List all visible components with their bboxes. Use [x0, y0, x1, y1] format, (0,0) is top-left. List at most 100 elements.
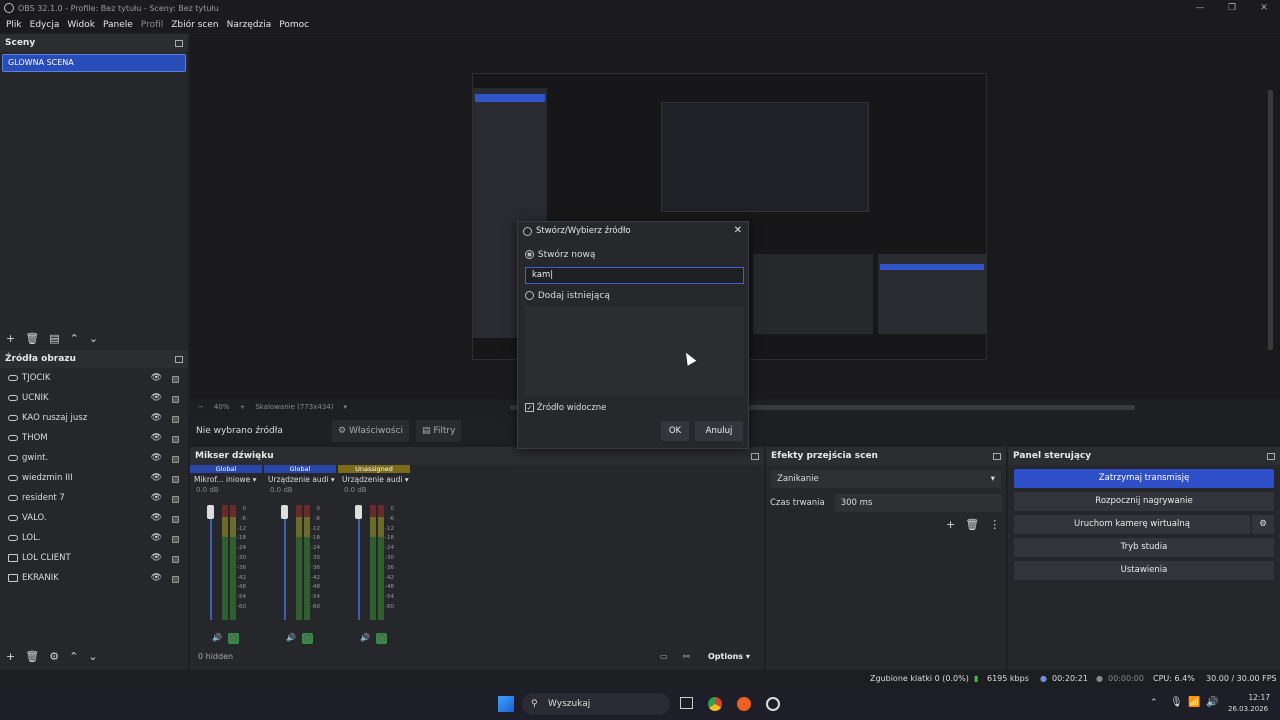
device-select[interactable]: Urządzenie audi ▾ [338, 473, 410, 486]
volume-slider-handle[interactable] [281, 505, 288, 519]
radio-create-new[interactable] [525, 250, 534, 259]
eye-icon[interactable]: 👁 [151, 493, 162, 503]
headphones-icon[interactable]: 🎧 [301, 633, 313, 644]
tray-chevron-icon[interactable]: ⌃ [1150, 698, 1158, 708]
source-item[interactable]: EKRANIK 👁 [0, 568, 188, 588]
more-icon[interactable]: ⋮ [989, 518, 1000, 531]
visible-checkbox-row[interactable]: ✓ Źródło widoczne [525, 403, 606, 413]
source-item[interactable]: resident 7 👁 [0, 488, 188, 508]
filter-icon[interactable]: ▤ [49, 332, 59, 345]
chrome-icon[interactable] [708, 697, 722, 711]
add-icon[interactable]: + [946, 518, 955, 531]
volume-slider-handle[interactable] [207, 505, 214, 519]
cancel-button[interactable]: Anuluj [695, 421, 743, 441]
eye-icon[interactable]: 👁 [151, 433, 162, 443]
eye-icon[interactable]: 👁 [151, 533, 162, 543]
down-arrow-icon[interactable]: ⌄ [88, 650, 97, 663]
source-item[interactable]: THOM 👁 [0, 428, 188, 448]
speaker-icon[interactable]: 🔊 [360, 633, 370, 644]
trash-icon[interactable]: 🗑 [25, 332, 39, 345]
volume-slider-handle[interactable] [355, 505, 362, 519]
taskbar-search[interactable]: ⚲ Wyszukaj [522, 693, 670, 715]
source-item[interactable]: gwint. 👁 [0, 448, 188, 468]
headphones-icon[interactable]: 🎧 [227, 633, 239, 644]
stop-streaming-button[interactable]: Zatrzymaj transmisję [1014, 469, 1274, 488]
transition-select[interactable]: Zanikanie ▾ [771, 470, 1001, 488]
speaker-icon[interactable]: 🔊 [286, 633, 296, 644]
eye-icon[interactable]: 👁 [151, 413, 162, 423]
volume-slider[interactable] [210, 510, 212, 620]
undock-icon[interactable] [175, 39, 183, 47]
add-icon[interactable]: + [6, 332, 15, 345]
add-existing-option[interactable]: Dodaj istniejącą [525, 291, 610, 301]
source-item[interactable]: LOL. 👁 [0, 528, 188, 548]
options-button[interactable]: Options ▾ [708, 652, 750, 661]
lock-icon[interactable] [172, 576, 179, 583]
existing-sources-list[interactable] [525, 306, 744, 396]
scene-item[interactable]: GLOWNA SCENA [2, 54, 186, 72]
duration-input[interactable]: 300 ms [834, 494, 1002, 512]
lock-icon[interactable] [172, 496, 179, 503]
create-new-option[interactable]: Stwórz nową [525, 250, 595, 260]
menu-profile[interactable]: Profil [141, 20, 163, 30]
eye-icon[interactable]: 👁 [151, 393, 162, 403]
firefox-icon[interactable] [737, 697, 751, 711]
eye-icon[interactable]: 👁 [151, 553, 162, 563]
eye-icon[interactable]: 👁 [151, 453, 162, 463]
link-icon[interactable]: ⚯ [683, 652, 690, 661]
studio-mode-button[interactable]: Tryb studia [1014, 538, 1274, 557]
microphone-icon[interactable]: 🎙 [1170, 697, 1183, 708]
wifi-icon[interactable]: 📶 [1188, 697, 1200, 708]
source-item[interactable]: VALO. 👁 [0, 508, 188, 528]
source-item[interactable]: TJOCIK 👁 [0, 368, 188, 388]
source-item[interactable]: LOL CLIENT 👁 [0, 548, 188, 568]
close-icon[interactable]: ✕ [734, 225, 742, 236]
undock-icon[interactable] [993, 452, 1001, 460]
volume-slider[interactable] [358, 510, 360, 620]
device-select[interactable]: Mikrof... iniowe ▾ [190, 473, 262, 486]
menu-tools[interactable]: Narzędzia [227, 20, 272, 30]
gear-icon[interactable]: ⚙ [49, 650, 59, 663]
undock-icon[interactable] [1267, 452, 1275, 460]
add-icon[interactable]: + [6, 650, 15, 663]
radio-add-existing[interactable] [525, 291, 534, 300]
trash-icon[interactable]: 🗑 [965, 518, 979, 531]
headphones-icon[interactable]: 🎧 [375, 633, 387, 644]
menu-edit[interactable]: Edycja [30, 20, 60, 30]
task-view-icon[interactable] [680, 697, 693, 709]
menu-help[interactable]: Pomoc [279, 20, 309, 30]
down-arrow-icon[interactable]: ⌄ [89, 332, 98, 345]
zoom-in-icon[interactable]: + [239, 403, 245, 411]
lock-icon[interactable] [172, 556, 179, 563]
filters-button[interactable]: ▤ Filtry [416, 420, 462, 442]
start-recording-button[interactable]: Rozpocznij nagrywanie [1014, 492, 1274, 511]
lock-icon[interactable] [172, 536, 179, 543]
volume-slider[interactable] [284, 510, 286, 620]
layout-icon[interactable]: ▭ [660, 652, 668, 661]
close-icon[interactable]: ✕ [1248, 0, 1280, 16]
source-item[interactable]: UCNIK 👁 [0, 388, 188, 408]
eye-icon[interactable]: 👁 [151, 473, 162, 483]
undock-icon[interactable] [175, 355, 183, 363]
eye-icon[interactable]: 👁 [151, 513, 162, 523]
source-item[interactable]: KAO ruszaj jusz 👁 [0, 408, 188, 428]
lock-icon[interactable] [172, 396, 179, 403]
undock-icon[interactable] [751, 452, 759, 460]
preview-scrollbar-vertical[interactable] [1268, 90, 1273, 350]
settings-button[interactable]: Ustawienia [1014, 561, 1274, 580]
source-item[interactable]: wiedzmin III 👁 [0, 468, 188, 488]
start-virtual-camera-button[interactable]: Uruchom kamerę wirtualną [1014, 515, 1250, 534]
trash-icon[interactable]: 🗑 [25, 650, 39, 663]
lock-icon[interactable] [172, 436, 179, 443]
eye-icon[interactable]: 👁 [151, 373, 162, 383]
device-select[interactable]: Urządzenie audi ▾ [264, 473, 336, 486]
menu-docks[interactable]: Panele [103, 20, 133, 30]
windows-start-icon[interactable] [498, 696, 514, 712]
lock-icon[interactable] [172, 516, 179, 523]
menu-file[interactable]: Plik [6, 20, 22, 30]
lock-icon[interactable] [172, 376, 179, 383]
zoom-out-icon[interactable]: − [198, 403, 204, 411]
minimize-icon[interactable]: — [1184, 0, 1216, 16]
maximize-icon[interactable]: ❐ [1216, 0, 1248, 16]
lock-icon[interactable] [172, 456, 179, 463]
